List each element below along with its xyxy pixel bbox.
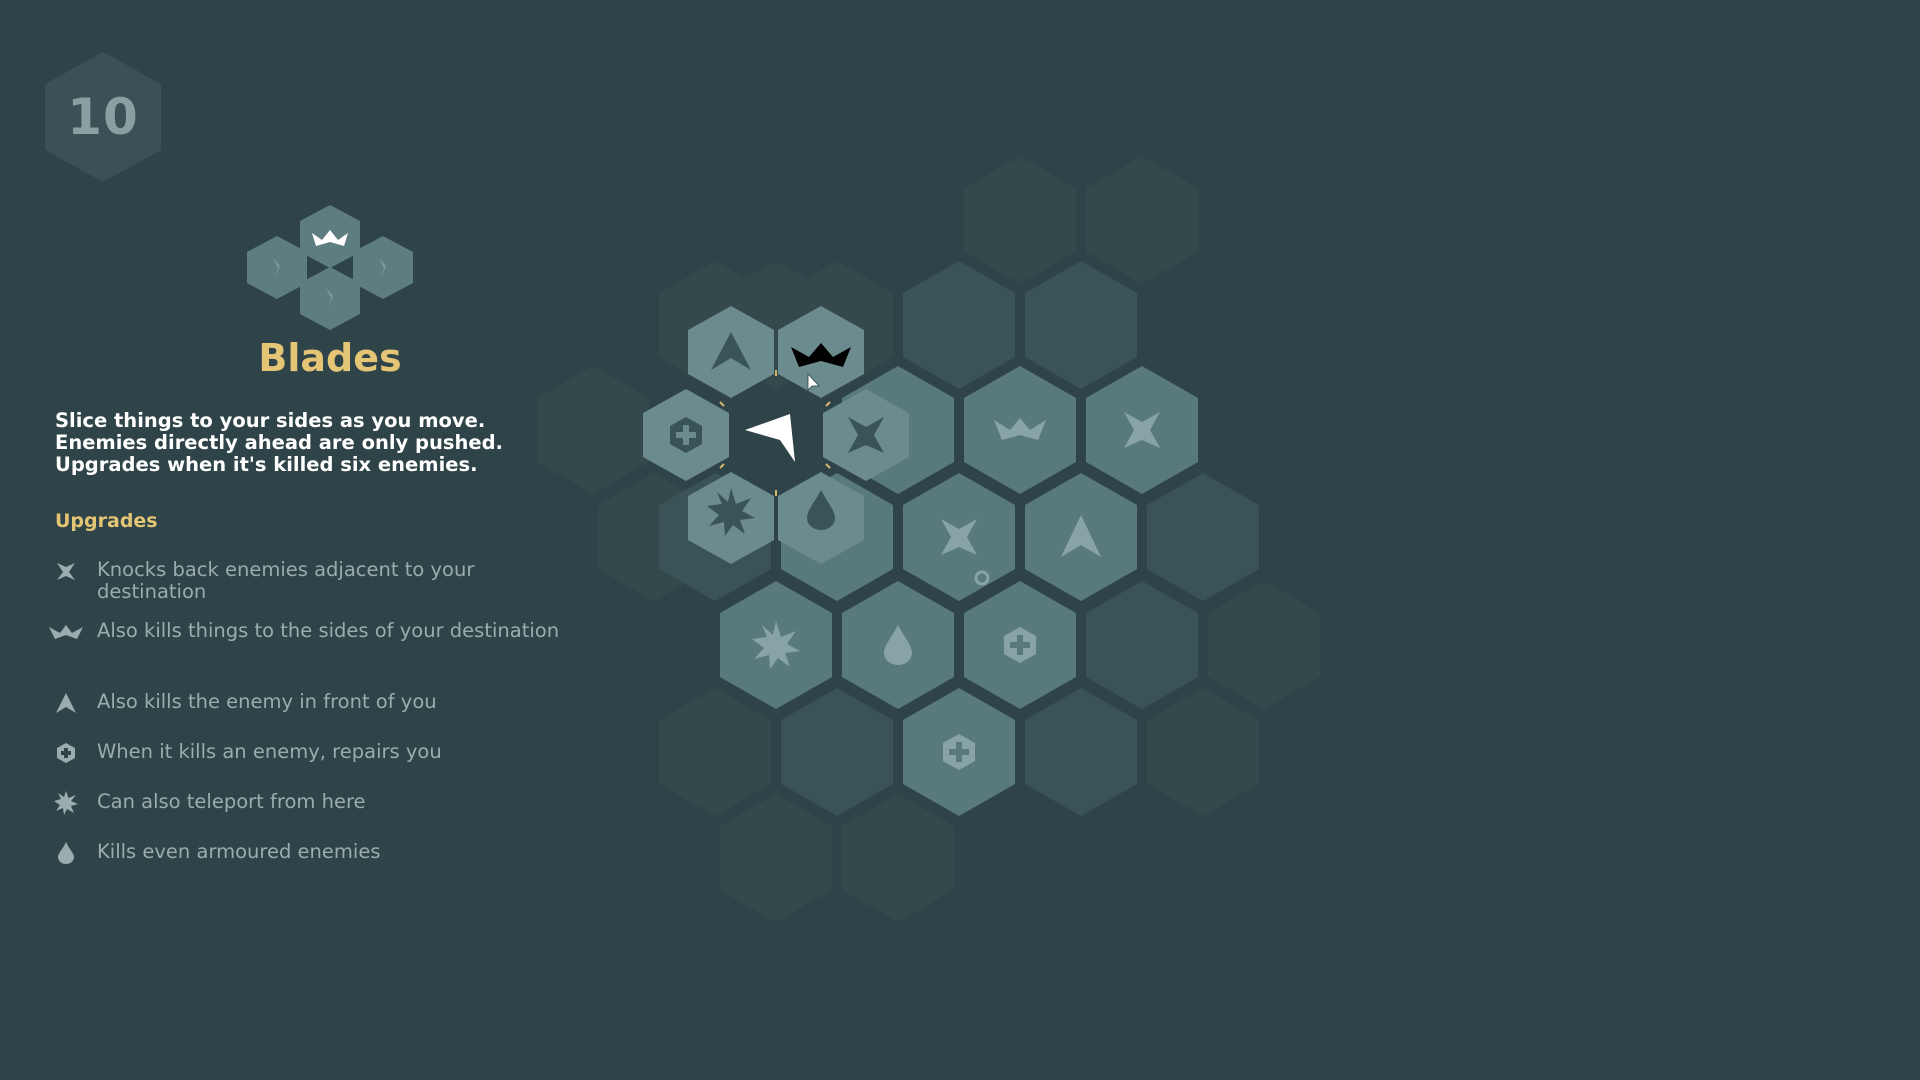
hex-tile-faint (842, 794, 954, 922)
hex-tile-faint (537, 366, 649, 494)
hex-tile-faint (1208, 581, 1320, 709)
hex-tile-dark (1086, 581, 1198, 709)
hex-tile-faint (1147, 688, 1259, 816)
hex-tile-faint (659, 688, 771, 816)
hex-tile-dark (781, 688, 893, 816)
hex-tile-faint (720, 794, 832, 922)
hex-tile-dark (1147, 473, 1259, 601)
hex-tile-faint (964, 156, 1076, 284)
hex-tile-dark (1025, 261, 1137, 389)
hex-tile-faint (1086, 156, 1198, 284)
player-icon (745, 414, 795, 462)
hex-tile-dark (1025, 688, 1137, 816)
hex-tile-dark (903, 261, 1015, 389)
hex-board (537, 156, 1320, 922)
